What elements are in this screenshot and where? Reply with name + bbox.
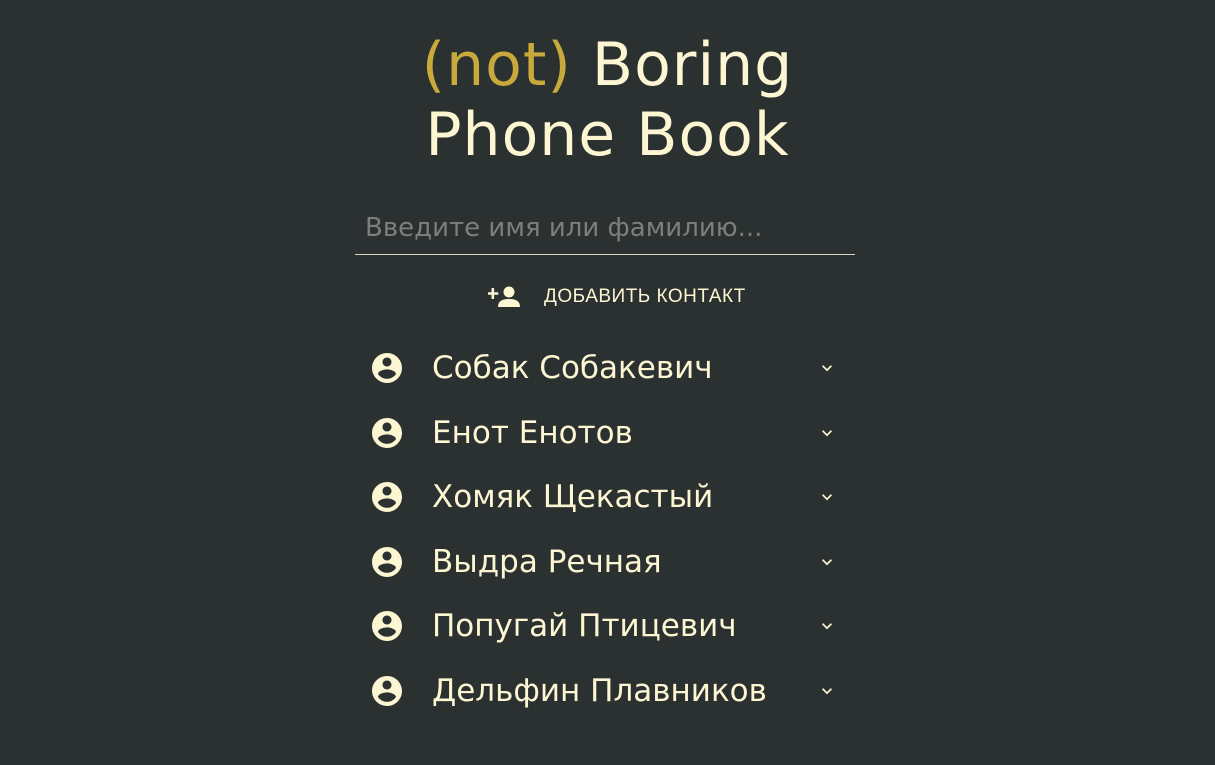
chevron-down-icon[interactable] (817, 423, 837, 443)
add-contact-button[interactable]: ДОБАВИТЬ КОНТАКТ (488, 282, 746, 312)
person-add-icon (488, 286, 520, 307)
search-field (355, 203, 855, 255)
account-circle-icon (372, 546, 402, 577)
list-item[interactable]: Енот Енотов (355, 401, 855, 466)
contact-name: Дельфин Плавников (432, 672, 767, 709)
contact-name: Выдра Речная (432, 543, 662, 580)
list-item[interactable]: Попугай Птицевич (355, 594, 855, 659)
title-accent: (not) (421, 30, 572, 100)
list-item[interactable]: Выдра Речная (355, 530, 855, 595)
account-circle-icon (372, 611, 402, 642)
title-line-2: Phone Book (425, 100, 790, 170)
page-title: (not) Boring Phone Book (0, 30, 1215, 170)
contact-name: Попугай Птицевич (432, 608, 737, 645)
add-contact-label: ДОБАВИТЬ КОНТАКТ (544, 286, 746, 307)
account-circle-icon (372, 482, 402, 513)
chevron-down-icon[interactable] (817, 681, 837, 701)
contact-name: Енот Енотов (432, 414, 633, 451)
contact-name: Хомяк Щекастый (432, 479, 714, 516)
list-item[interactable]: Собак Собакевич (355, 336, 855, 401)
list-item[interactable]: Дельфин Плавников (355, 659, 855, 724)
chevron-down-icon[interactable] (817, 552, 837, 572)
contact-list: Собак Собакевич Енот Енотов Хомяк Щекаст… (355, 336, 855, 723)
account-circle-icon (372, 353, 402, 384)
list-item[interactable]: Хомяк Щекастый (355, 465, 855, 530)
account-circle-icon (372, 417, 402, 448)
chevron-down-icon[interactable] (817, 487, 837, 507)
search-input[interactable] (355, 203, 855, 253)
title-word: Boring (591, 30, 794, 100)
phone-book-app: (not) Boring Phone Book ДОБАВИТЬ КОНТАКТ… (0, 0, 1215, 765)
title-line-1: (not) Boring (0, 30, 1215, 100)
chevron-down-icon[interactable] (817, 616, 837, 636)
account-circle-icon (372, 675, 402, 706)
contact-name: Собак Собакевич (432, 350, 713, 387)
chevron-down-icon[interactable] (817, 358, 837, 378)
